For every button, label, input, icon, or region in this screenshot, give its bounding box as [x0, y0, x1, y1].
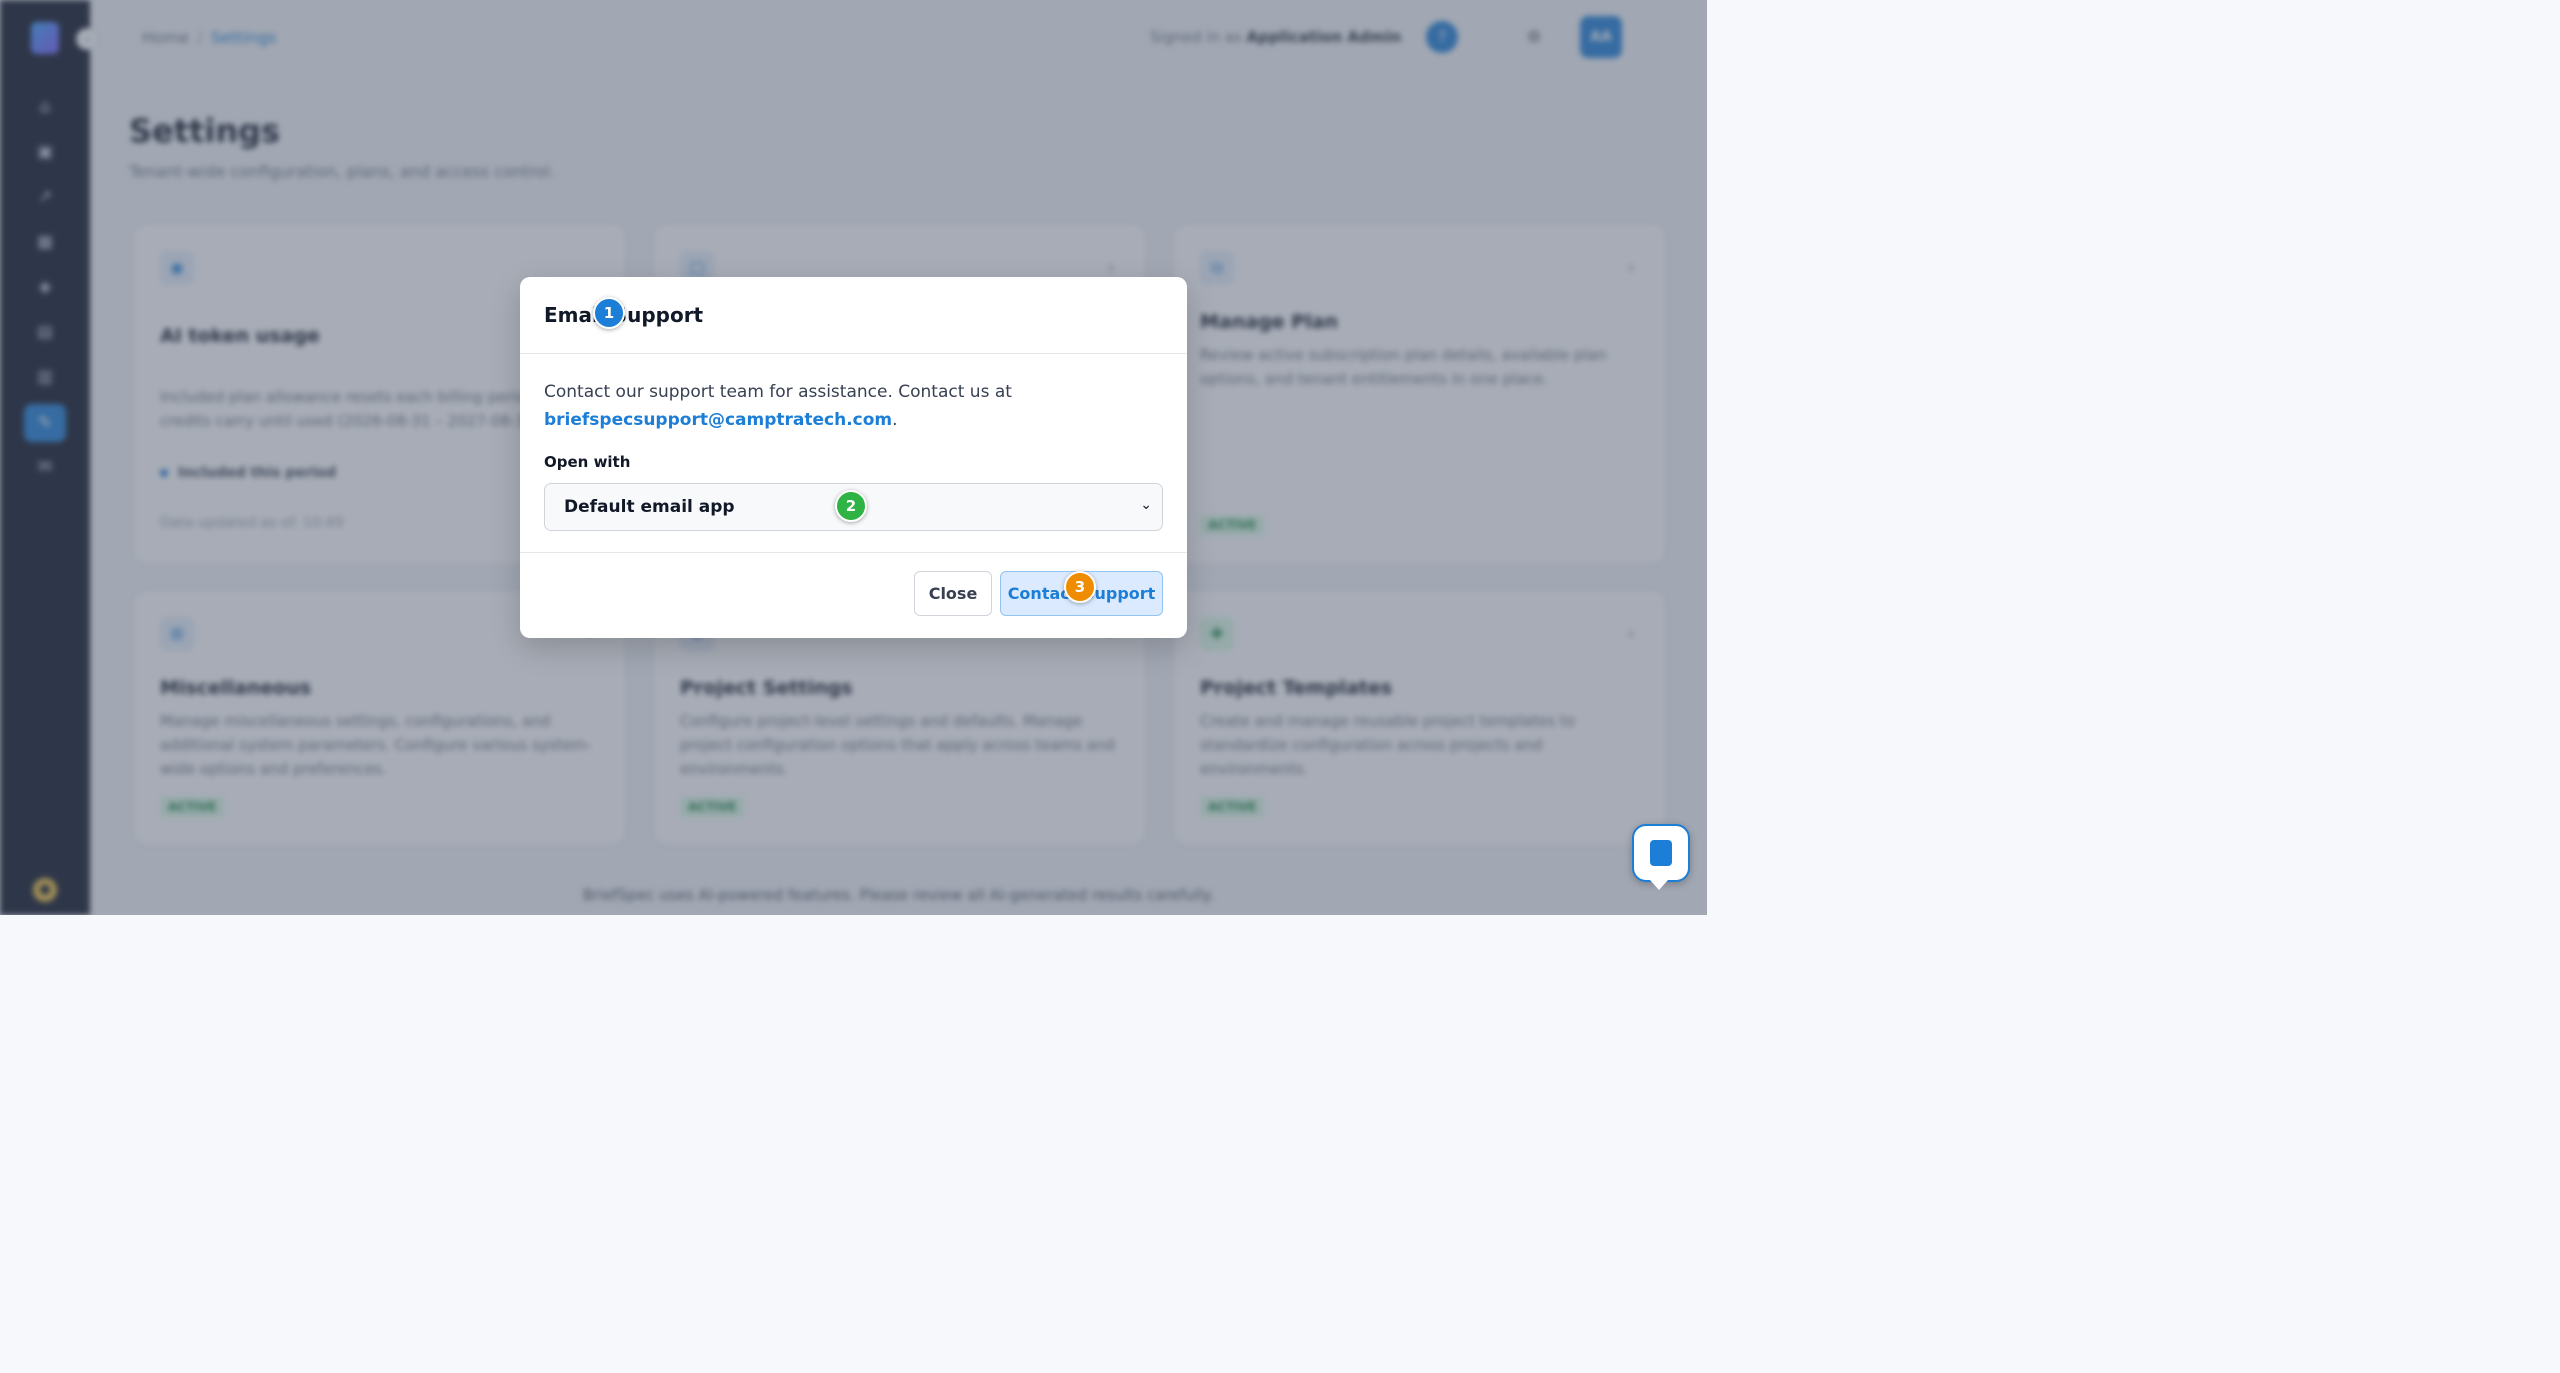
open-with-label: Open with: [544, 453, 631, 471]
chevron-down-icon: ⌄: [1140, 497, 1152, 513]
trailing-period: .: [892, 410, 898, 430]
step-marker-2: 2: [835, 490, 867, 522]
chat-button[interactable]: [1632, 824, 1690, 890]
dialog-body-text: Contact our support team for assistance.…: [544, 378, 1164, 434]
chat-icon: [1650, 840, 1672, 866]
chat-bubble-tail: [1650, 880, 1668, 890]
step-marker-3: 3: [1064, 571, 1096, 603]
support-email-link[interactable]: briefspecsupport@camptratech.com: [544, 410, 892, 430]
close-button[interactable]: Close: [914, 571, 992, 616]
step-marker-1: 1: [593, 297, 625, 329]
app-window: ⌂ ▣ ↗ ▦ ◈ ▤ ▥ ✎ ✉ ● ‹ Home/Settings Sign…: [0, 0, 1707, 915]
open-with-value: Default email app: [564, 497, 735, 517]
support-message: Contact our support team for assistance.…: [544, 382, 1012, 402]
